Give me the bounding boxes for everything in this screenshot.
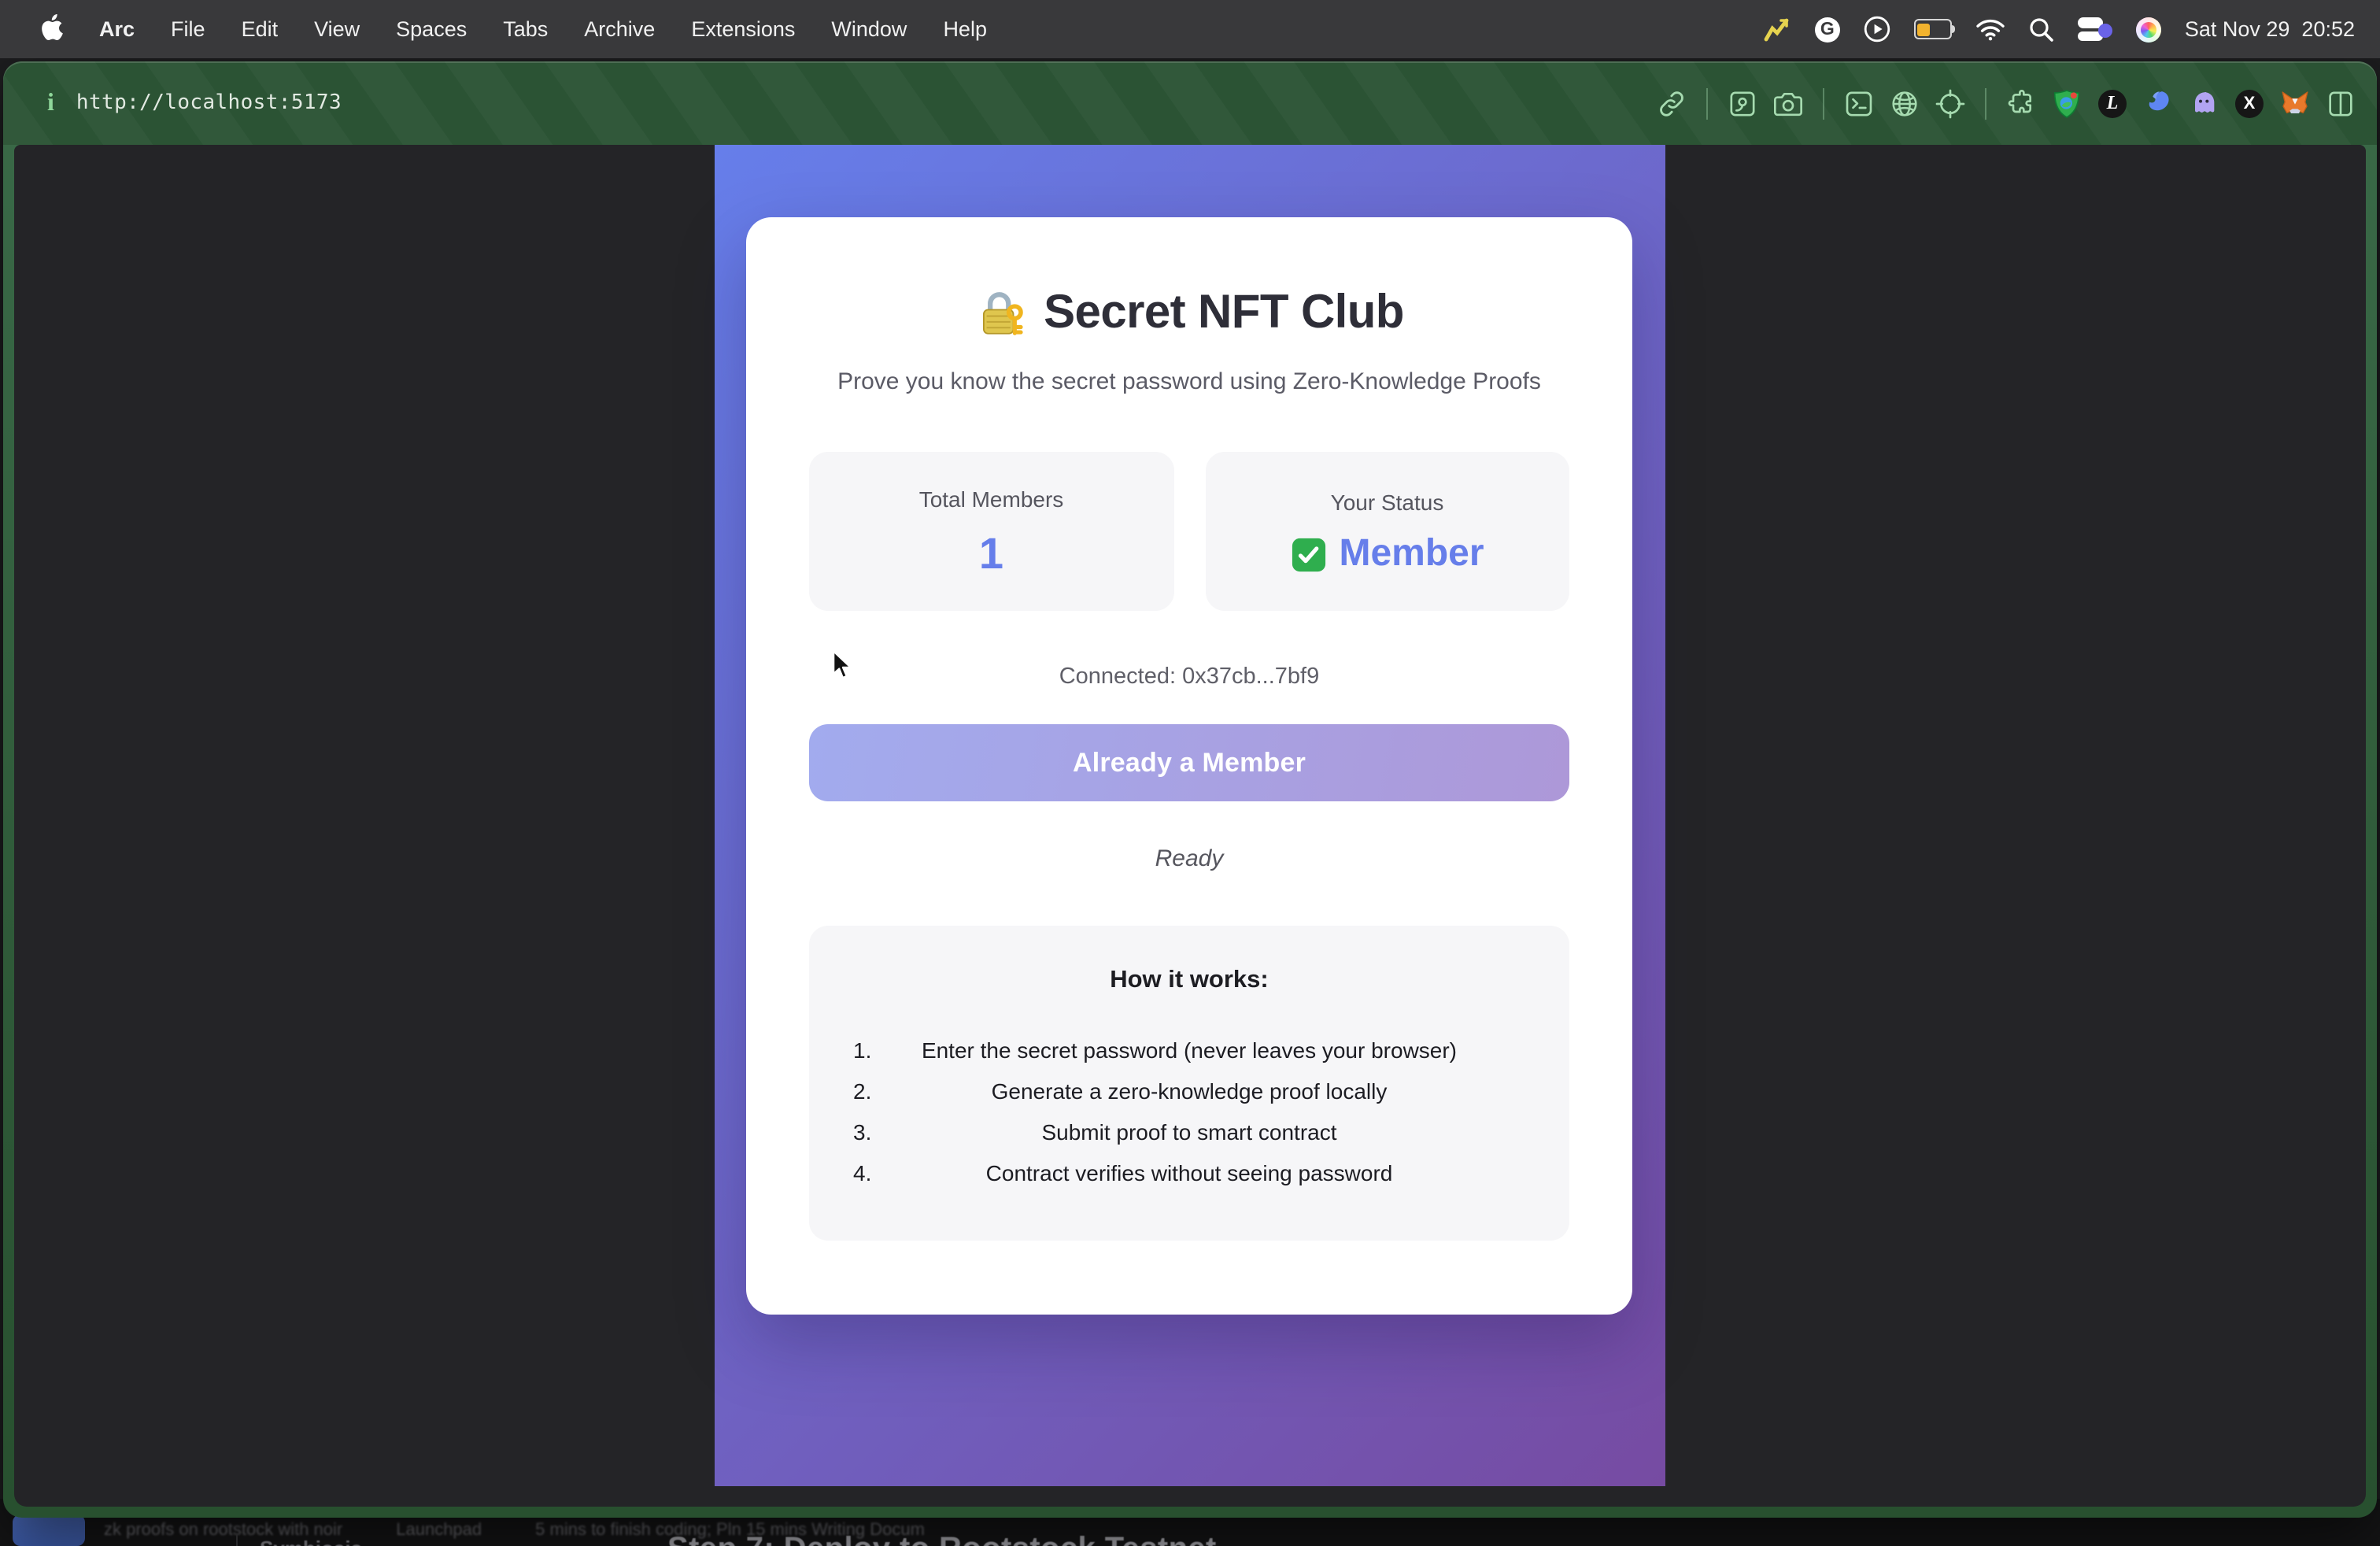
screenshot-icon[interactable] (1727, 87, 1758, 119)
member-text: Member (1339, 535, 1484, 573)
battery-icon[interactable] (1914, 15, 1952, 43)
mouse-cursor (831, 649, 853, 690)
stats-row: Total Members 1 Your Status Member (809, 452, 1569, 611)
background-section-label: Symbiosis (260, 1537, 362, 1546)
toolbar-divider (1706, 87, 1708, 119)
toolbar-divider (1985, 87, 1986, 119)
battery-body (1914, 19, 1952, 39)
step-3-number: 3. (853, 1111, 871, 1152)
page-gradient-background: Secret NFT Club Prove you know the secre… (715, 145, 1665, 1486)
url-text[interactable]: http://localhost:5173 (76, 91, 342, 115)
siri-orb (2136, 17, 2161, 42)
globe-icon[interactable] (1889, 87, 1920, 119)
menu-item-help[interactable]: Help (943, 17, 987, 41)
grammarly-icon[interactable]: G (1815, 15, 1840, 43)
step-3-text: Submit proof to smart contract (1041, 1119, 1336, 1145)
menu-bar: Arc File Edit View Spaces Tabs Archive E… (0, 0, 2380, 58)
camera-icon[interactable] (1772, 87, 1804, 119)
menu-bar-clock[interactable]: Sat Nov 29 20:52 (2185, 17, 2355, 41)
step-1: 1. Enter the secret password (never leav… (850, 1030, 1528, 1071)
total-members-card: Total Members 1 (809, 452, 1173, 611)
x-glyph: X (2235, 89, 2264, 117)
menu-item-spaces[interactable]: Spaces (396, 17, 467, 41)
how-it-works-box: How it works: 1. Enter the secret passwo… (809, 926, 1569, 1241)
background-window-tab-row: zk proofs on rootstock with noir Launchp… (104, 1521, 2358, 1540)
playback-icon[interactable] (1864, 15, 1890, 43)
terminal-icon[interactable] (1843, 87, 1875, 119)
locked-with-key-icon (974, 287, 1026, 339)
step-2: 2. Generate a zero-knowledge proof local… (850, 1071, 1528, 1111)
adguard-shield-icon[interactable] (2051, 87, 2082, 119)
phantom-ghost-icon[interactable] (2188, 87, 2219, 119)
how-it-works-heading: How it works: (850, 967, 1528, 995)
menu-item-file[interactable]: File (171, 17, 205, 41)
your-status-card: Your Status Member (1205, 452, 1569, 611)
browser-window: i http://localhost:5173 (3, 61, 2377, 1518)
step-3: 3. Submit proof to smart contract (850, 1111, 1528, 1152)
extensions-puzzle-icon[interactable] (2005, 87, 2037, 119)
your-status-value: Member (1290, 535, 1484, 573)
how-it-works-steps: 1. Enter the secret password (never leav… (850, 1030, 1528, 1193)
menu-bar-left: Arc File Edit View Spaces Tabs Archive E… (0, 13, 987, 45)
target-icon[interactable] (1935, 87, 1966, 119)
step-1-number: 1. (853, 1030, 871, 1071)
background-divider (236, 1533, 238, 1546)
check-mark-icon (1290, 536, 1326, 572)
page-title: Secret NFT Club (809, 287, 1569, 340)
step-2-number: 2. (853, 1071, 871, 1111)
wifi-icon[interactable] (1975, 15, 2005, 43)
page-subtitle: Prove you know the secret password using… (809, 368, 1569, 395)
app-card: Secret NFT Club Prove you know the secre… (746, 217, 1632, 1315)
split-view-icon[interactable] (2325, 87, 2356, 119)
menu-item-archive[interactable]: Archive (584, 17, 655, 41)
stocks-icon[interactable] (1763, 15, 1791, 43)
menu-item-view[interactable]: View (314, 17, 360, 41)
menu-item-arc[interactable]: Arc (99, 17, 135, 41)
total-members-label: Total Members (919, 486, 1064, 512)
connected-address: Connected: 0x37cb...7bf9 (809, 664, 1569, 690)
apple-menu-icon[interactable] (41, 13, 63, 45)
grammarly-g: G (1815, 17, 1840, 42)
your-status-label: Your Status (1331, 490, 1444, 515)
rabbit-icon[interactable] (2142, 87, 2174, 119)
menu-item-tabs[interactable]: Tabs (503, 17, 548, 41)
total-members-value: 1 (979, 532, 1003, 576)
menu-item-extensions[interactable]: Extensions (691, 17, 795, 41)
background-window-tab[interactable] (13, 1515, 85, 1546)
toolbar-divider (1823, 87, 1824, 119)
step-4-number: 4. (853, 1152, 871, 1193)
siri-icon[interactable] (2136, 15, 2161, 43)
status-text: Ready (809, 845, 1569, 872)
page-title-text: Secret NFT Club (1044, 287, 1404, 340)
toolbar-actions: L X (1656, 87, 2377, 119)
script-l-icon[interactable]: L (2097, 87, 2128, 119)
site-info-icon[interactable]: i (47, 89, 54, 117)
metamask-fox-icon[interactable] (2279, 87, 2311, 119)
menu-item-edit[interactable]: Edit (242, 17, 279, 41)
control-center-toggles (2078, 17, 2112, 41)
browser-toolbar: i http://localhost:5173 (3, 61, 2377, 145)
already-member-button[interactable]: Already a Member (809, 724, 1569, 801)
web-content: Secret NFT Club Prove you know the secre… (14, 145, 2366, 1507)
background-heading: Step 7: Deploy to Rootstock Testnet (667, 1532, 1217, 1546)
step-1-text: Enter the secret password (never leaves … (922, 1037, 1457, 1063)
url-bar[interactable]: i http://localhost:5173 (3, 61, 708, 145)
x-icon[interactable]: X (2234, 87, 2265, 119)
screen: Arc File Edit View Spaces Tabs Archive E… (0, 0, 2380, 1546)
step-2-text: Generate a zero-knowledge proof locally (992, 1078, 1388, 1104)
menu-bar-status: G Sat Nov 29 20:52 (1763, 15, 2380, 43)
step-4-text: Contract verifies without seeing passwor… (986, 1160, 1393, 1185)
background-pill-label: Launchpad (396, 1521, 482, 1540)
control-center-icon[interactable] (2078, 15, 2112, 43)
search-icon[interactable] (2029, 15, 2054, 43)
link-icon[interactable] (1656, 87, 1687, 119)
script-l-glyph: L (2098, 89, 2127, 117)
step-4: 4. Contract verifies without seeing pass… (850, 1152, 1528, 1193)
menu-item-window[interactable]: Window (831, 17, 907, 41)
